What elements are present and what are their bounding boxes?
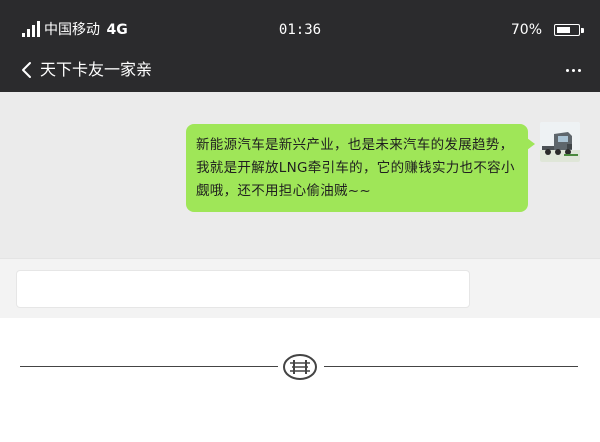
battery-level-fill	[557, 27, 570, 33]
message-input[interactable]	[16, 270, 470, 308]
truck-avatar[interactable]	[540, 122, 580, 162]
faw-logo-icon	[283, 354, 317, 380]
battery-icon	[554, 24, 584, 36]
chat-title: 天下卡友一家亲	[40, 60, 153, 79]
message-list[interactable]: 新能源汽车是新兴产业，也是未来汽车的发展趋势，我就是开解放LNG牵引车的，它的赚…	[0, 92, 600, 258]
divider-line-right	[324, 366, 578, 367]
divider-line-left	[20, 366, 278, 367]
truck-image	[540, 122, 580, 162]
chat-header: 天下卡友一家亲	[0, 48, 600, 92]
chevron-left-icon[interactable]	[18, 58, 34, 82]
battery-percent: 70%	[510, 22, 542, 38]
input-bar	[0, 258, 600, 318]
more-dots-icon[interactable]	[556, 56, 590, 84]
message-bubble[interactable]: 新能源汽车是新兴产业，也是未来汽车的发展趋势，我就是开解放LNG牵引车的，它的赚…	[186, 124, 535, 212]
status-bar: 中国移动 4G 01:36 70%	[0, 0, 600, 48]
footer-divider	[0, 318, 600, 442]
